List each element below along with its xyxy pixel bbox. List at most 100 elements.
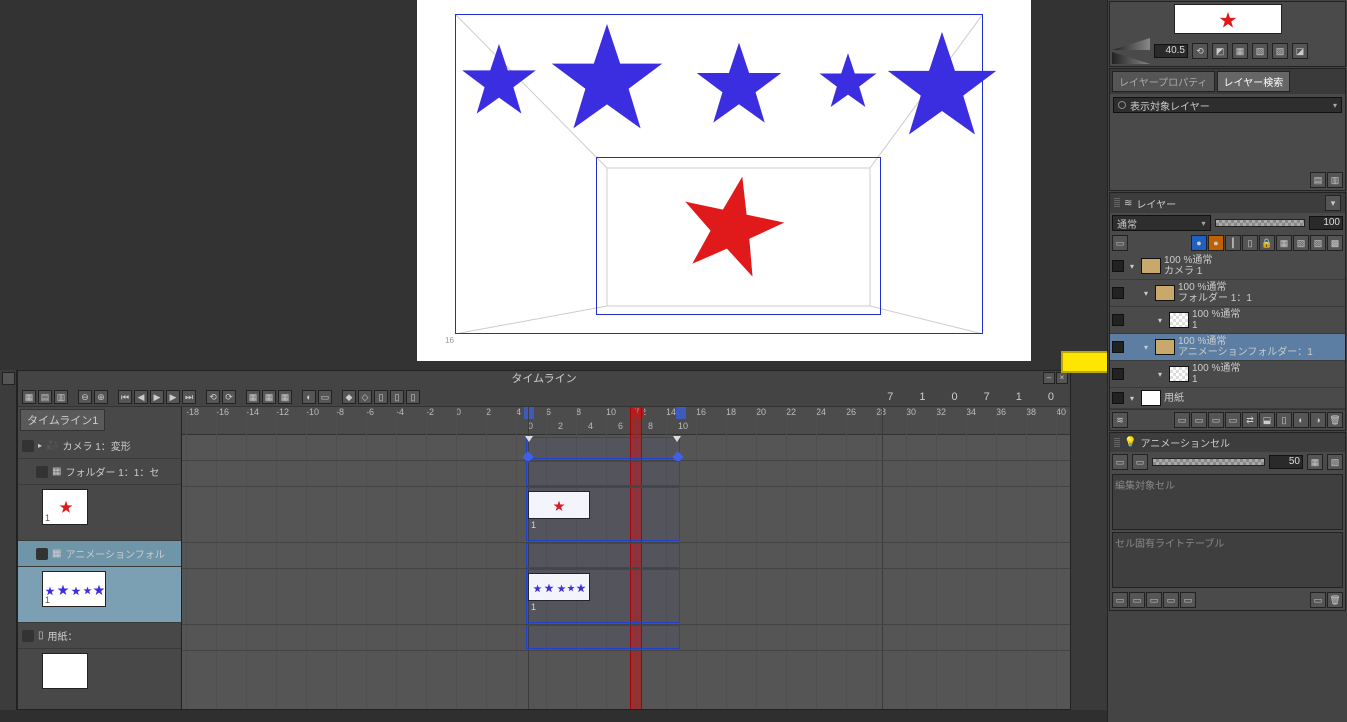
new-timeline-icon[interactable]: ▦ — [22, 390, 36, 404]
cel-delete-icon[interactable]: 🗑 — [1327, 592, 1343, 608]
keyframe-add-icon[interactable]: ◆ — [342, 390, 356, 404]
collapse-icon[interactable]: ▾ — [1130, 262, 1138, 271]
opacity-field[interactable]: 100 — [1309, 216, 1343, 230]
cel-opacity-field[interactable]: 50 — [1269, 455, 1303, 469]
clip-handle[interactable] — [673, 436, 681, 442]
cel-icon[interactable]: ▭ — [1310, 592, 1326, 608]
range-marker-end[interactable] — [676, 407, 686, 419]
lane-camera[interactable] — [182, 435, 1070, 461]
new-layer-icon[interactable]: ▭ — [1174, 412, 1190, 428]
lane-anim[interactable] — [182, 543, 1070, 569]
loop-icon[interactable]: ⟲ — [206, 390, 220, 404]
toolbar-icon[interactable]: ⟳ — [222, 390, 236, 404]
cel-tool-icon[interactable]: ▦ — [1307, 454, 1323, 470]
layer-icon[interactable]: ≋ — [1112, 412, 1128, 428]
visibility-icon[interactable] — [36, 466, 48, 478]
dock-button[interactable] — [2, 372, 15, 385]
panel-icon[interactable]: ▤ — [1310, 172, 1326, 188]
folder-clip[interactable] — [526, 461, 680, 486]
track-thumb-row[interactable]: 1 — [18, 485, 181, 541]
next-frame-icon[interactable]: ▶ — [166, 390, 180, 404]
range-marker-start[interactable] — [524, 407, 534, 419]
cel-icon[interactable]: ▦ — [278, 390, 292, 404]
cel-icon[interactable]: ▦ — [246, 390, 260, 404]
panel-menu-icon[interactable]: ▾ — [1325, 195, 1341, 211]
lane-folder[interactable] — [182, 461, 1070, 487]
track-header-paper[interactable]: ▯ 用紙： — [18, 623, 181, 649]
lane-paper[interactable] — [182, 625, 1070, 651]
visibility-icon[interactable] — [1112, 341, 1124, 353]
layer-tool-icon[interactable]: ▨ — [1310, 235, 1326, 251]
layer-tool-icon[interactable]: ▦ — [1276, 235, 1292, 251]
layer-icon[interactable]: ▭ — [1225, 412, 1241, 428]
apply-mask-icon[interactable]: ◑ — [1310, 412, 1326, 428]
cel-opacity-slider[interactable] — [1152, 458, 1265, 466]
merge-icon[interactable]: ⬓ — [1259, 412, 1275, 428]
edit-target-cel-box[interactable]: 編集対象セル — [1112, 474, 1343, 530]
layer-tool-icon[interactable]: ▭ — [1112, 235, 1128, 251]
palette-icon[interactable]: ● — [1208, 235, 1224, 251]
layer-tool-icon[interactable]: ▩ — [1327, 235, 1343, 251]
zoom-in-icon[interactable]: ⊕ — [94, 390, 108, 404]
toolbar-icon[interactable]: ▥ — [54, 390, 68, 404]
light-table-box[interactable]: セル固有ライトテーブル — [1112, 532, 1343, 588]
play-icon[interactable]: ▶ — [150, 390, 164, 404]
tab-layer-search[interactable]: レイヤー検索 — [1217, 71, 1291, 92]
toolbar-icon[interactable]: ▯ — [374, 390, 388, 404]
layer-icon[interactable]: ▭ — [1208, 412, 1224, 428]
tool-icon[interactable]: ▧ — [1252, 43, 1268, 59]
cel-icon[interactable]: ▭ — [1112, 592, 1128, 608]
layer-icon[interactable]: ▯ — [1276, 412, 1292, 428]
lane-cel1[interactable]: 1 — [182, 487, 1070, 543]
blend-mode-dropdown[interactable]: 通常 — [1112, 215, 1211, 231]
layer-row[interactable]: ▾100 %通常カメラ 1 — [1110, 253, 1345, 280]
link-icon[interactable]: ⟲ — [1192, 43, 1208, 59]
onion-icon[interactable]: ◐ — [302, 390, 316, 404]
paper-thumbnail[interactable] — [42, 653, 88, 689]
collapse-icon[interactable]: ▾ — [1144, 289, 1152, 298]
collapse-icon[interactable]: ▾ — [1158, 316, 1166, 325]
visibility-icon[interactable] — [22, 440, 34, 452]
cel-icon[interactable]: ▦ — [262, 390, 276, 404]
toolbar-icon[interactable]: ▤ — [38, 390, 52, 404]
track-header-camera[interactable]: ▸ 🎥 カメラ 1：変形 — [18, 433, 181, 459]
cel-icon[interactable]: ▭ — [1129, 592, 1145, 608]
minimize-icon[interactable]: – — [1043, 372, 1055, 384]
delete-layer-icon[interactable]: 🗑 — [1327, 412, 1343, 428]
cel-tool-icon[interactable]: ▧ — [1327, 454, 1343, 470]
visibility-icon[interactable] — [1112, 287, 1124, 299]
lock-icon[interactable]: 🔒 — [1259, 235, 1275, 251]
display-target-dropdown[interactable]: 表示対象レイヤー — [1113, 97, 1342, 113]
cel-thumbnail[interactable]: 1 — [42, 571, 106, 607]
layer-tool-icon[interactable]: ▧ — [1293, 235, 1309, 251]
panel-icon[interactable]: ▥ — [1327, 172, 1343, 188]
layer-row[interactable]: ▾用紙 — [1110, 388, 1345, 409]
visibility-icon[interactable] — [1112, 314, 1124, 326]
collapse-icon[interactable]: ▾ — [1158, 370, 1166, 379]
canvas[interactable] — [417, 0, 1031, 361]
collapse-icon[interactable]: ▾ — [1144, 343, 1152, 352]
visibility-icon[interactable] — [1112, 260, 1124, 272]
layer-row[interactable]: ▾100 %通常アニメーションフォルダー：1 — [1110, 334, 1345, 361]
visibility-icon[interactable] — [1112, 368, 1124, 380]
brush-size-field[interactable]: 40.5 — [1154, 44, 1188, 58]
timeline-tab[interactable]: タイムライン1 — [20, 409, 105, 431]
cel-thumbnail[interactable]: 1 — [42, 489, 88, 525]
tool-icon[interactable]: ▦ — [1232, 43, 1248, 59]
paper-clip[interactable] — [526, 625, 680, 649]
tool-icon[interactable]: ◩ — [1212, 43, 1228, 59]
mask-icon[interactable]: ▯ — [1242, 235, 1258, 251]
cel-icon[interactable]: ▭ — [1163, 592, 1179, 608]
clip-handle[interactable] — [525, 436, 533, 442]
toolbar-icon[interactable]: ▯ — [390, 390, 404, 404]
visibility-icon[interactable] — [22, 630, 34, 642]
cel-tool-icon[interactable]: ▭ — [1112, 454, 1128, 470]
camera-clip[interactable] — [526, 437, 680, 459]
toolbar-icon[interactable]: ▯ — [406, 390, 420, 404]
tab-layer-property[interactable]: レイヤープロパティ — [1112, 71, 1215, 92]
cel-icon[interactable]: ▭ — [1180, 592, 1196, 608]
track-header-anim[interactable]: ▦ アニメーションフォル — [18, 541, 181, 567]
layer-row[interactable]: ▾100 %通常フォルダー 1：1 — [1110, 280, 1345, 307]
opacity-slider[interactable] — [1215, 219, 1306, 227]
cel-region[interactable] — [526, 487, 680, 541]
